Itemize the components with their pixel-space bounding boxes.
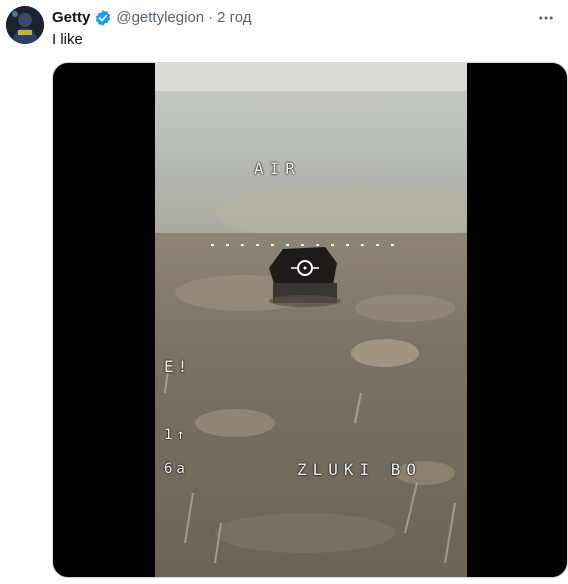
display-name[interactable]: Getty — [52, 8, 90, 28]
separator-dot: · — [208, 9, 214, 26]
more-options-icon[interactable] — [534, 6, 558, 30]
tweet[interactable]: Getty @gettylegion · 2 год I like AIR E!… — [0, 0, 568, 584]
osd-alert: E! — [164, 357, 192, 376]
tweet-text: I like — [52, 31, 83, 48]
osd-line-1: 1↑ — [164, 427, 189, 443]
user-handle[interactable]: @gettylegion — [116, 8, 204, 28]
avatar[interactable] — [6, 6, 44, 44]
timestamp[interactable]: 2 год — [217, 8, 251, 28]
tweet-header: Getty @gettylegion · 2 год — [52, 8, 252, 28]
video-player[interactable]: AIR E! 1↑ 6a ZLUKI BO — [52, 62, 568, 578]
avatar-icon — [6, 6, 44, 44]
verified-badge-icon — [94, 9, 112, 27]
osd-line-2: 6a — [164, 461, 189, 477]
drone-video-still — [155, 63, 467, 577]
vehicle-target — [269, 247, 341, 307]
osd-callsign: ZLUKI BO — [297, 460, 423, 479]
osd-mode-label: AIR — [254, 159, 301, 178]
video-frame: AIR E! 1↑ 6a ZLUKI BO — [155, 63, 467, 577]
